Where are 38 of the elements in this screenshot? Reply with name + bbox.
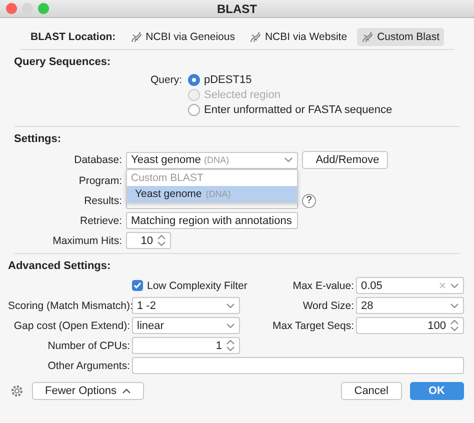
dropdown-field[interactable]: 28 [356,297,464,314]
menu-group-header: Custom BLAST [130,170,204,186]
field-label: Other Arguments: [46,360,130,372]
section-heading: Query Sequences: [14,56,112,68]
location-tab[interactable]: NCBI via Website [244,28,352,46]
field-label: Retrieve: [78,214,122,226]
dropdown-field[interactable]: 1 -2 [132,297,240,314]
field-label: Max Target Seqs: [271,320,354,332]
field-label: Results: [83,194,122,206]
dropdown-field[interactable]: 0.05 [356,277,464,294]
field-label: Scoring (Match Mismatch): [8,300,130,312]
radio-option[interactable]: Enter unformatted or FASTA sequence [188,104,460,116]
field-label: Database: [73,154,122,166]
field-label: Number of CPUs: [46,340,130,352]
checkbox-label: Low Complexity Filter [147,280,248,292]
field-label: Gap cost (Open Extend): [12,320,130,332]
window-title: BLAST [217,2,257,16]
cancel-button[interactable]: Cancel [341,382,402,400]
retrieve-dropdown[interactable]: Matching region with annotations [126,212,298,229]
section-heading: Settings: [14,133,62,145]
field-label: Program: [78,174,122,186]
location-tab[interactable]: NCBI via Geneious [126,28,239,46]
dropdown-field[interactable]: linear [132,317,240,334]
add-remove-button[interactable]: Add/Remove [302,151,388,169]
query-label: Query: [149,74,183,86]
field-label: Word Size: [302,300,354,312]
number-field[interactable]: 100 [356,317,464,334]
radio-option[interactable]: pDEST15 [188,74,460,86]
field-label: Maximum Hits: [52,234,122,246]
fewer-options-button[interactable]: Fewer Options [32,382,144,400]
menu-item[interactable]: Yeast genome (DNA) [127,186,297,202]
help-button[interactable]: ? [302,194,316,208]
database-dropdown[interactable]: Yeast genome (DNA) [126,152,298,168]
location-tab[interactable]: Custom Blast [357,28,444,46]
location-label: BLAST Location: [30,31,116,43]
number-field[interactable]: 1 [132,337,240,354]
number-field[interactable]: 10 [126,232,171,249]
section-heading: Advanced Settings: [8,260,112,272]
